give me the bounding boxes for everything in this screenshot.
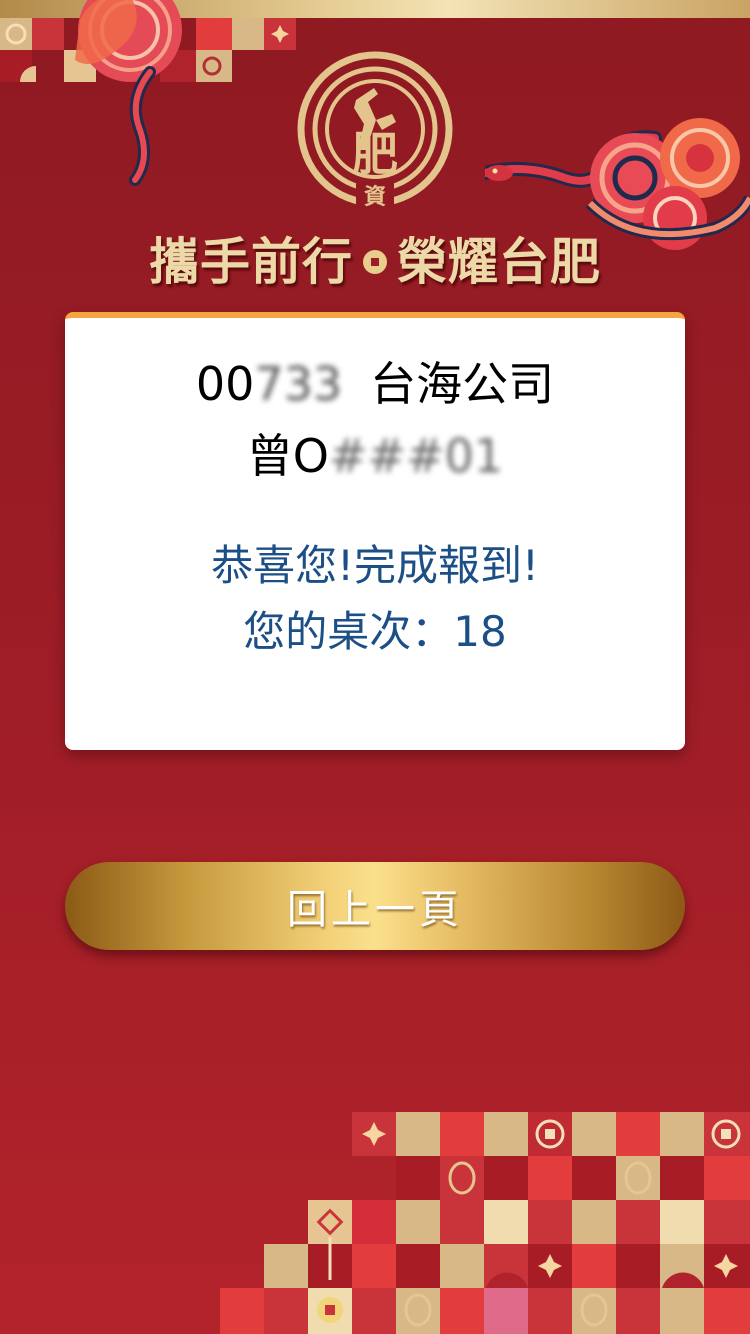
coin-icon: [363, 249, 387, 274]
festive-pattern-decoration-bottom-right: [220, 1112, 750, 1334]
snake-pattern-decoration-top-left: [0, 0, 296, 186]
attendee-name-redacted: ###01: [329, 429, 504, 483]
back-button[interactable]: 回上一頁: [65, 862, 685, 950]
company-logo: 肥 資: [297, 51, 453, 210]
success-message: 恭喜您!完成報到!: [211, 541, 539, 590]
slogan-left: 攜手前行: [149, 233, 353, 291]
logo-sub-character: 資: [364, 184, 386, 210]
company-name: 台海公司: [370, 357, 555, 411]
slogan-right: 榮耀台肥: [397, 233, 601, 291]
company-line: 00733 台海公司: [65, 348, 685, 414]
attendee-name-prefix: 曾O: [246, 429, 330, 483]
table-assignment: 您的桌次：18: [65, 598, 685, 659]
table-label: 您的桌次：: [243, 607, 454, 656]
table-number: 18: [453, 607, 507, 656]
checkin-result-card: 00733 台海公司 曾O###01 恭喜您!完成報到! 您的桌次：18: [65, 312, 685, 750]
company-code-prefix: 00: [195, 357, 255, 411]
attendee-name-line: 曾O###01: [65, 420, 685, 486]
slogan-banner: 攜手前行 榮耀台肥: [0, 222, 750, 294]
company-code-redacted: 733: [254, 357, 343, 411]
logo-character: 肥: [352, 127, 398, 181]
